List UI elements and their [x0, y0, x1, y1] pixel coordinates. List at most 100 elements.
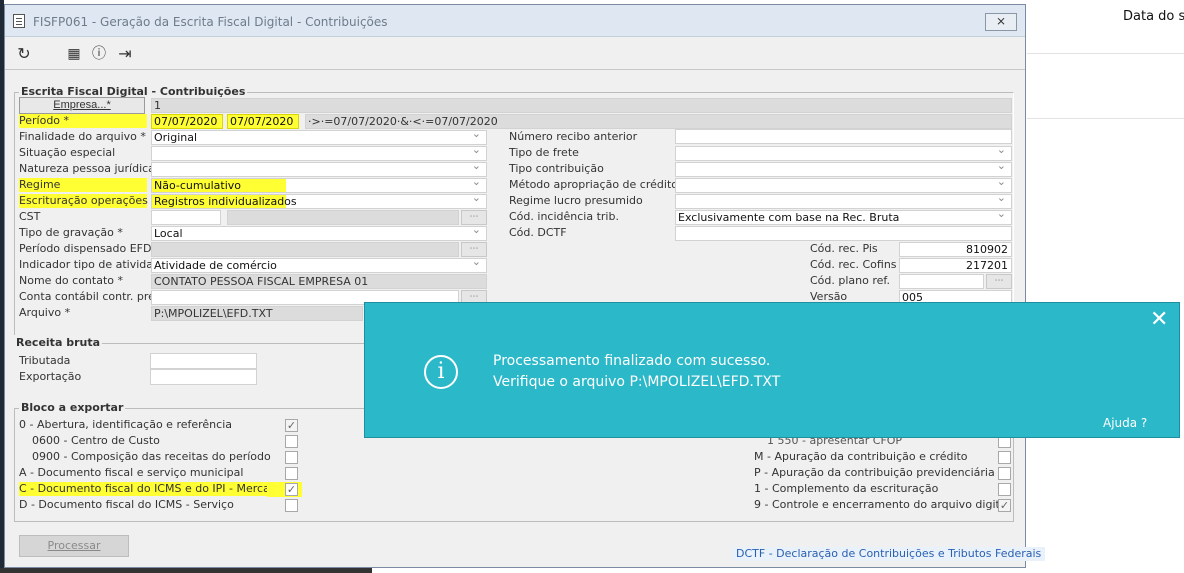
bloco-item-label: 9 - Controle e encerramento do arquivo d… [754, 498, 1010, 511]
bloco-item-label: P - Apuração da contribuição previdenciá… [754, 466, 995, 479]
cod-plano-label: Cód. plano ref. [810, 274, 890, 287]
bloco-checkbox-0900[interactable] [285, 451, 298, 464]
exportacao-input[interactable] [150, 369, 257, 385]
conta-contabil-label: Conta contábil contr. prev. [19, 290, 165, 303]
process-button[interactable]: Processar [19, 535, 129, 557]
toolbar: ↻ ▦ ⓘ ⇥ [5, 38, 1025, 68]
cod-plano-input[interactable] [899, 274, 984, 289]
bloco-checkbox-0[interactable]: ✓ [285, 419, 298, 432]
cod-rec-pis-label: Cód. rec. Pis [810, 242, 878, 255]
info-icon: i [424, 355, 458, 389]
cod-rec-pis-input[interactable]: 810902 [899, 242, 1012, 257]
toast-help-link[interactable]: Ajuda ? [1103, 416, 1147, 430]
toast-close-icon[interactable]: ✕ [1150, 309, 1168, 331]
cst-lookup-icon[interactable]: ⋯ [461, 210, 487, 225]
close-window-button[interactable]: ⨯ [985, 13, 1017, 31]
cst-description [227, 210, 459, 225]
bloco-checkbox-1[interactable] [998, 483, 1011, 496]
tipo-contribuicao-select[interactable] [675, 162, 1012, 177]
natureza-label: Natureza pessoa jurídica [19, 162, 155, 175]
cod-rec-cofins-label: Cód. rec. Cofins [810, 258, 897, 271]
periodo-dispensado-lookup-icon[interactable]: ⋯ [461, 242, 487, 257]
bloco-item-label: 1 - Complemento da escrituração [754, 482, 939, 495]
periodo-start-input[interactable]: 07/07/2020 [151, 114, 223, 129]
bloco-item-label: 0600 - Centro de Custo [32, 434, 160, 447]
bloco-item-label: 0 - Abertura, identificação e referência [19, 418, 232, 431]
indicador-select[interactable]: Atividade de comércio [151, 258, 487, 273]
tipo-gravacao-select[interactable]: Local [151, 226, 487, 241]
tipo-gravacao-label: Tipo de gravação * [19, 226, 123, 239]
arquivo-label: Arquivo * [19, 306, 71, 319]
empresa-button[interactable]: Empresa...* [19, 97, 145, 114]
bloco-section-legend: Bloco a exportar [19, 401, 126, 414]
nome-contato-field: CONTATO PESSOA FISCAL EMPRESA 01 [151, 274, 487, 289]
cod-incidencia-label: Cód. incidência trib. [509, 210, 619, 223]
background-date-label: Data do s [1123, 9, 1184, 24]
background-divider [1027, 118, 1184, 119]
regime-lucro-label: Regime lucro presumido [509, 194, 643, 207]
nome-contato-label: Nome do contato * [19, 274, 123, 287]
refresh-icon[interactable]: ↻ [13, 43, 35, 65]
bloco-checkbox-9[interactable]: ✓ [998, 499, 1011, 512]
cod-rec-cofins-input[interactable]: 217201 [899, 258, 1012, 273]
bloco-checkbox-a[interactable] [285, 467, 298, 480]
natureza-select[interactable] [151, 162, 487, 177]
toast-message-line2: Verifique o arquivo P:\MPOLIZEL\EFD.TXT [493, 374, 781, 390]
regime-label: Regime [19, 178, 147, 192]
metodo-label: Método apropriação de créditos [509, 178, 684, 191]
dialog-window: FISFP061 - Geração da Escrita Fiscal Dig… [4, 4, 1046, 568]
periodo-expression: ·>·=07/07/2020·&·<·=07/07/2020 [305, 114, 1012, 129]
exportacao-label: Exportação [19, 370, 82, 383]
numero-recibo-input[interactable] [675, 129, 1012, 144]
tipo-frete-label: Tipo de frete [509, 146, 579, 159]
cst-input[interactable] [151, 210, 221, 225]
receita-section-legend: Receita bruta [14, 336, 103, 349]
arquivo-field[interactable]: P:\MPOLIZEL\EFD.TXT [151, 306, 363, 321]
bloco-item-label: 0900 - Composição das receitas do períod… [32, 450, 271, 463]
bloco-item-label: C - Documento fiscal do ICMS e do IPI - … [19, 482, 302, 496]
calendar-icon[interactable]: ▦ [63, 43, 85, 65]
periodo-dispensado-field [151, 242, 459, 257]
regime-lucro-select[interactable] [675, 194, 1012, 209]
tipo-frete-select[interactable] [675, 146, 1012, 161]
bloco-checkbox-0600[interactable] [285, 435, 298, 448]
numero-recibo-label: Número recibo anterior [509, 130, 638, 143]
help-icon[interactable]: ⓘ [88, 43, 110, 65]
periodo-end-input[interactable]: 07/07/2020 [227, 114, 299, 129]
exit-icon[interactable]: ⇥ [114, 43, 136, 65]
toast-message-line1: Processamento finalizado com sucesso. [493, 353, 771, 369]
bloco-item-label: M - Apuração da contribuição e crédito [754, 450, 968, 463]
cod-dctf-input[interactable] [675, 226, 1012, 241]
situacao-select[interactable] [151, 146, 487, 161]
periodo-label: Período * [19, 114, 147, 128]
background-divider [1027, 53, 1184, 54]
escrituracao-label: Escrituração operações [19, 194, 148, 208]
escrituracao-select[interactable]: Registros individualizados [151, 194, 487, 209]
title-bar: FISFP061 - Geração da Escrita Fiscal Dig… [5, 5, 1025, 37]
background-page: Data do s [1027, 0, 1184, 573]
finalidade-select[interactable]: Original [151, 130, 487, 145]
window-title: FISFP061 - Geração da Escrita Fiscal Dig… [33, 15, 388, 29]
bloco-checkbox-p[interactable] [998, 467, 1011, 480]
bloco-checkbox-c[interactable]: ✓ [285, 483, 298, 496]
cod-dctf-label: Cód. DCTF [509, 226, 567, 239]
process-button-label: Processar [47, 539, 101, 552]
empresa-field[interactable]: 1 [151, 98, 1012, 113]
background-bottom-bar [0, 568, 372, 573]
cod-plano-lookup-icon[interactable]: ⋯ [986, 274, 1012, 289]
bloco-checkbox-d[interactable] [285, 499, 298, 512]
cod-incidencia-select[interactable]: Exclusivamente com base na Rec. Bruta [675, 210, 1012, 225]
regime-select[interactable]: Não-cumulativo [151, 178, 487, 193]
dctf-link[interactable]: DCTF - Declaração de Contribuições e Tri… [732, 547, 1046, 561]
situacao-label: Situação especial [19, 146, 116, 159]
document-icon [13, 14, 25, 28]
tributada-label: Tributada [19, 354, 71, 367]
periodo-dispensado-label: Período dispensado EFD [19, 242, 152, 255]
toolbar-divider [5, 69, 1025, 70]
bloco-item-label: D - Documento fiscal do ICMS - Serviço [19, 498, 234, 511]
metodo-select[interactable] [675, 178, 1012, 193]
bloco-item-label: A - Documento fiscal e serviço municipal [19, 466, 244, 479]
tributada-input[interactable] [150, 353, 257, 369]
bloco-checkbox-m[interactable] [998, 451, 1011, 464]
tipo-contribuicao-label: Tipo contribuição [509, 162, 604, 175]
